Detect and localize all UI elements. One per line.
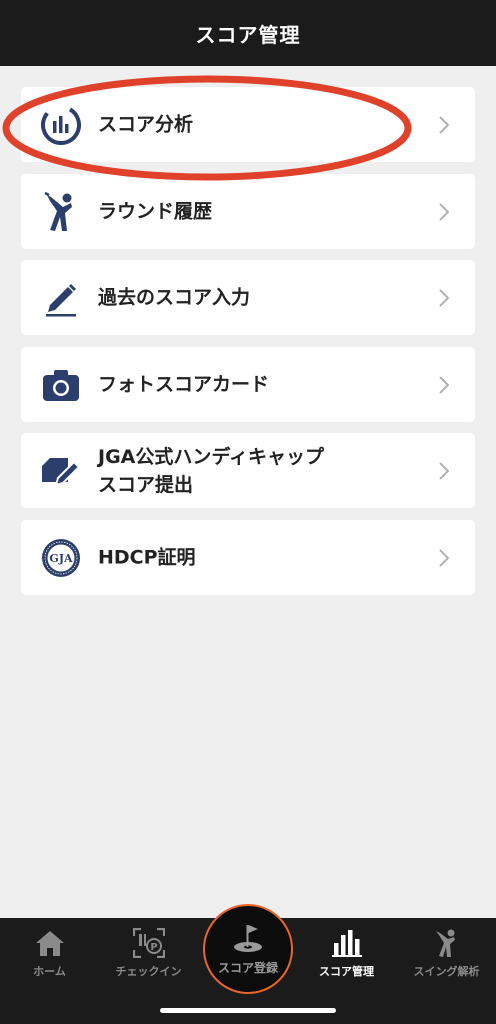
- menu-item-photo-scorecard[interactable]: フォトスコアカード: [21, 347, 475, 422]
- tab-score-management[interactable]: スコア管理: [297, 918, 396, 992]
- menu-item-past-score-input[interactable]: 過去のスコア入力: [21, 260, 475, 335]
- card-pen-icon: [39, 449, 83, 493]
- golfer-icon: [39, 190, 83, 234]
- chevron-right-icon: [439, 548, 450, 567]
- page-title: スコア管理: [195, 22, 301, 47]
- header-bar: スコア管理: [0, 0, 496, 66]
- tab-label: スイング解析: [413, 965, 480, 978]
- tab-score-registration[interactable]: スコア登録: [203, 904, 293, 994]
- tab-label: スコア登録: [217, 960, 278, 975]
- menu-item-label: スコア分析: [98, 113, 194, 135]
- menu-item-score-analysis[interactable]: スコア分析: [21, 87, 475, 162]
- bar-chart-icon: [331, 928, 363, 958]
- swing-icon: [432, 928, 462, 958]
- menu-item-label: HDCP証明: [98, 546, 196, 568]
- chevron-right-icon: [439, 202, 450, 221]
- home-icon: [35, 928, 65, 958]
- menu-item-hdcp-certificate[interactable]: GJA HDCP証明: [21, 520, 475, 595]
- chevron-right-icon: [439, 375, 450, 394]
- camera-icon: [39, 363, 83, 407]
- menu-item-round-history[interactable]: ラウンド履歴: [21, 174, 475, 249]
- score-analysis-icon: [39, 103, 83, 147]
- chevron-right-icon: [439, 288, 450, 307]
- pencil-icon: [39, 276, 83, 320]
- menu-item-label: 過去のスコア入力: [98, 286, 251, 308]
- tab-checkin[interactable]: P チェックイン: [99, 918, 198, 992]
- tab-label: チェックイン: [115, 965, 182, 978]
- seal-text: GJA: [49, 552, 73, 565]
- home-indicator: [160, 1008, 336, 1013]
- menu-item-label: ラウンド履歴: [98, 200, 213, 222]
- menu-item-label: フォトスコアカード: [98, 373, 270, 395]
- flag-hole-icon: [234, 924, 262, 952]
- svg-text:P: P: [150, 942, 157, 953]
- menu-item-jga-handicap-submit[interactable]: JGA公式ハンディキャップ スコア提出: [21, 433, 475, 508]
- menu-item-label: JGA公式ハンディキャップ スコア提出: [98, 443, 324, 499]
- chevron-right-icon: [439, 115, 450, 134]
- chevron-right-icon: [439, 461, 450, 480]
- menu-item-label-line2: スコア提出: [98, 473, 194, 496]
- checkin-qr-icon: P: [132, 928, 165, 958]
- menu-item-label-line1: JGA公式ハンディキャップ: [98, 445, 325, 468]
- tab-label: スコア管理: [319, 965, 374, 978]
- tab-label: ホーム: [33, 965, 66, 978]
- jga-seal-icon: GJA: [39, 536, 83, 580]
- tab-home[interactable]: ホーム: [0, 918, 99, 992]
- tab-swing-analysis[interactable]: スイング解析: [397, 918, 496, 992]
